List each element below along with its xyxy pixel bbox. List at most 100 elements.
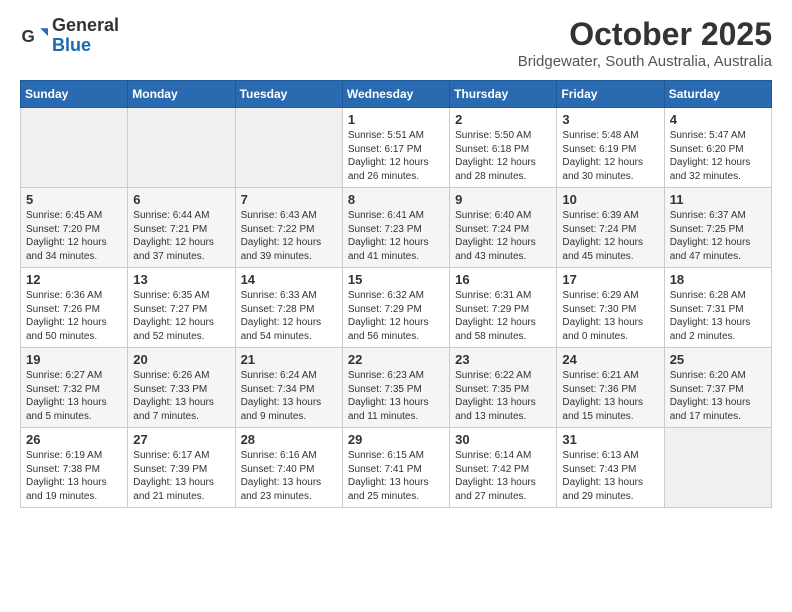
- calendar-week-row: 19Sunrise: 6:27 AM Sunset: 7:32 PM Dayli…: [21, 348, 772, 428]
- table-row: 2Sunrise: 5:50 AM Sunset: 6:18 PM Daylig…: [450, 108, 557, 188]
- day-number: 5: [26, 192, 122, 207]
- col-monday: Monday: [128, 81, 235, 108]
- calendar-week-row: 5 Sunrise: 6:45 AM Sunset: 7:20 PM Daylig…: [21, 188, 772, 268]
- table-row: 12Sunrise: 6:36 AM Sunset: 7:26 PM Dayli…: [21, 268, 128, 348]
- day-number: 26: [26, 432, 122, 447]
- calendar-subtitle: Bridgewater, South Australia, Australia: [518, 53, 772, 70]
- logo-icon: G: [20, 22, 48, 50]
- day-info: Sunrise: 6:43 AM Sunset: 7:22 PM Dayligh…: [241, 209, 337, 263]
- day-number: 25: [670, 352, 766, 367]
- col-saturday: Saturday: [664, 81, 771, 108]
- day-number: 11: [670, 192, 766, 207]
- col-friday: Friday: [557, 81, 664, 108]
- table-row: 31 Sunrise: 6:13 AM Sunset: 7:43 PM Dayli…: [557, 428, 664, 508]
- logo-blue-text: Blue: [52, 35, 91, 55]
- day-info: Sunrise: 6:37 AM Sunset: 7:25 PM Dayligh…: [670, 209, 766, 263]
- day-info: Sunrise: 6:13 AM Sunset: 7:43 PM Dayligh…: [562, 449, 658, 503]
- day-number: 15: [348, 272, 444, 287]
- calendar-week-row: 26 Sunrise: 6:19 AM Sunset: 7:38 PM Dayli…: [21, 428, 772, 508]
- day-number: 4: [670, 112, 766, 127]
- table-row: 30 Sunrise: 6:14 AM Sunset: 7:42 PM Dayli…: [450, 428, 557, 508]
- page: G General Blue October 2025 Bridgewater,…: [0, 0, 792, 612]
- day-number: 13: [133, 272, 229, 287]
- table-row: 15 Sunrise: 6:32 AM Sunset: 7:29 PM Dayli…: [342, 268, 449, 348]
- day-info: Sunrise: 5:47 AM Sunset: 6:20 PM Dayligh…: [670, 129, 766, 183]
- day-number: 6: [133, 192, 229, 207]
- day-info: Sunrise: 6:21 AM Sunset: 7:36 PM Dayligh…: [562, 369, 658, 423]
- day-info: Sunrise: 6:29 AM Sunset: 7:30 PM Dayligh…: [562, 289, 658, 343]
- table-row: 21 Sunrise: 6:24 AM Sunset: 7:34 PM Dayli…: [235, 348, 342, 428]
- svg-text:G: G: [22, 27, 35, 46]
- day-info: Sunrise: 6:40 AM Sunset: 7:24 PM Dayligh…: [455, 209, 551, 263]
- day-info: Sunrise: 6:33 AM Sunset: 7:28 PM Dayligh…: [241, 289, 337, 343]
- table-row: [664, 428, 771, 508]
- table-row: 18Sunrise: 6:28 AM Sunset: 7:31 PM Dayli…: [664, 268, 771, 348]
- day-number: 22: [348, 352, 444, 367]
- logo-general-text: General: [52, 15, 119, 35]
- day-info: Sunrise: 6:28 AM Sunset: 7:31 PM Dayligh…: [670, 289, 766, 343]
- day-number: 19: [26, 352, 122, 367]
- table-row: 6 Sunrise: 6:44 AM Sunset: 7:21 PM Daylig…: [128, 188, 235, 268]
- table-row: 3 Sunrise: 5:48 AM Sunset: 6:19 PM Daylig…: [557, 108, 664, 188]
- day-info: Sunrise: 6:16 AM Sunset: 7:40 PM Dayligh…: [241, 449, 337, 503]
- day-info: Sunrise: 6:15 AM Sunset: 7:41 PM Dayligh…: [348, 449, 444, 503]
- calendar-week-row: 1Sunrise: 5:51 AM Sunset: 6:17 PM Daylig…: [21, 108, 772, 188]
- table-row: 19Sunrise: 6:27 AM Sunset: 7:32 PM Dayli…: [21, 348, 128, 428]
- day-number: 29: [348, 432, 444, 447]
- table-row: 4 Sunrise: 5:47 AM Sunset: 6:20 PM Daylig…: [664, 108, 771, 188]
- day-info: Sunrise: 6:35 AM Sunset: 7:27 PM Dayligh…: [133, 289, 229, 343]
- calendar-header-row: Sunday Monday Tuesday Wednesday Thursday…: [21, 81, 772, 108]
- col-thursday: Thursday: [450, 81, 557, 108]
- day-number: 24: [562, 352, 658, 367]
- day-number: 20: [133, 352, 229, 367]
- day-number: 14: [241, 272, 337, 287]
- day-number: 28: [241, 432, 337, 447]
- table-row: 8Sunrise: 6:41 AM Sunset: 7:23 PM Daylig…: [342, 188, 449, 268]
- table-row: [235, 108, 342, 188]
- day-number: 2: [455, 112, 551, 127]
- table-row: 25 Sunrise: 6:20 AM Sunset: 7:37 PM Dayli…: [664, 348, 771, 428]
- table-row: 7 Sunrise: 6:43 AM Sunset: 7:22 PM Daylig…: [235, 188, 342, 268]
- day-info: Sunrise: 5:48 AM Sunset: 6:19 PM Dayligh…: [562, 129, 658, 183]
- day-info: Sunrise: 6:20 AM Sunset: 7:37 PM Dayligh…: [670, 369, 766, 423]
- day-number: 9: [455, 192, 551, 207]
- day-info: Sunrise: 6:26 AM Sunset: 7:33 PM Dayligh…: [133, 369, 229, 423]
- day-number: 30: [455, 432, 551, 447]
- table-row: 26 Sunrise: 6:19 AM Sunset: 7:38 PM Dayli…: [21, 428, 128, 508]
- day-number: 23: [455, 352, 551, 367]
- table-row: [128, 108, 235, 188]
- header: G General Blue October 2025 Bridgewater,…: [20, 16, 772, 70]
- col-tuesday: Tuesday: [235, 81, 342, 108]
- day-number: 3: [562, 112, 658, 127]
- day-info: Sunrise: 6:36 AM Sunset: 7:26 PM Dayligh…: [26, 289, 122, 343]
- table-row: 10Sunrise: 6:39 AM Sunset: 7:24 PM Dayli…: [557, 188, 664, 268]
- table-row: 13 Sunrise: 6:35 AM Sunset: 7:27 PM Dayli…: [128, 268, 235, 348]
- table-row: 27Sunrise: 6:17 AM Sunset: 7:39 PM Dayli…: [128, 428, 235, 508]
- day-info: Sunrise: 5:51 AM Sunset: 6:17 PM Dayligh…: [348, 129, 444, 183]
- day-info: Sunrise: 6:24 AM Sunset: 7:34 PM Dayligh…: [241, 369, 337, 423]
- day-number: 27: [133, 432, 229, 447]
- day-info: Sunrise: 6:41 AM Sunset: 7:23 PM Dayligh…: [348, 209, 444, 263]
- table-row: 14 Sunrise: 6:33 AM Sunset: 7:28 PM Dayli…: [235, 268, 342, 348]
- day-number: 21: [241, 352, 337, 367]
- table-row: 17Sunrise: 6:29 AM Sunset: 7:30 PM Dayli…: [557, 268, 664, 348]
- day-number: 10: [562, 192, 658, 207]
- day-info: Sunrise: 6:22 AM Sunset: 7:35 PM Dayligh…: [455, 369, 551, 423]
- table-row: 9 Sunrise: 6:40 AM Sunset: 7:24 PM Daylig…: [450, 188, 557, 268]
- day-info: Sunrise: 6:14 AM Sunset: 7:42 PM Dayligh…: [455, 449, 551, 503]
- calendar-week-row: 12Sunrise: 6:36 AM Sunset: 7:26 PM Dayli…: [21, 268, 772, 348]
- table-row: 23 Sunrise: 6:22 AM Sunset: 7:35 PM Dayli…: [450, 348, 557, 428]
- day-info: Sunrise: 6:19 AM Sunset: 7:38 PM Dayligh…: [26, 449, 122, 503]
- day-number: 31: [562, 432, 658, 447]
- calendar-title: October 2025: [518, 16, 772, 53]
- day-info: Sunrise: 6:32 AM Sunset: 7:29 PM Dayligh…: [348, 289, 444, 343]
- day-info: Sunrise: 6:45 AM Sunset: 7:20 PM Dayligh…: [26, 209, 122, 263]
- table-row: 1Sunrise: 5:51 AM Sunset: 6:17 PM Daylig…: [342, 108, 449, 188]
- table-row: [21, 108, 128, 188]
- col-sunday: Sunday: [21, 81, 128, 108]
- day-number: 7: [241, 192, 337, 207]
- day-info: Sunrise: 6:44 AM Sunset: 7:21 PM Dayligh…: [133, 209, 229, 263]
- table-row: 11 Sunrise: 6:37 AM Sunset: 7:25 PM Dayli…: [664, 188, 771, 268]
- col-wednesday: Wednesday: [342, 81, 449, 108]
- table-row: 28 Sunrise: 6:16 AM Sunset: 7:40 PM Dayli…: [235, 428, 342, 508]
